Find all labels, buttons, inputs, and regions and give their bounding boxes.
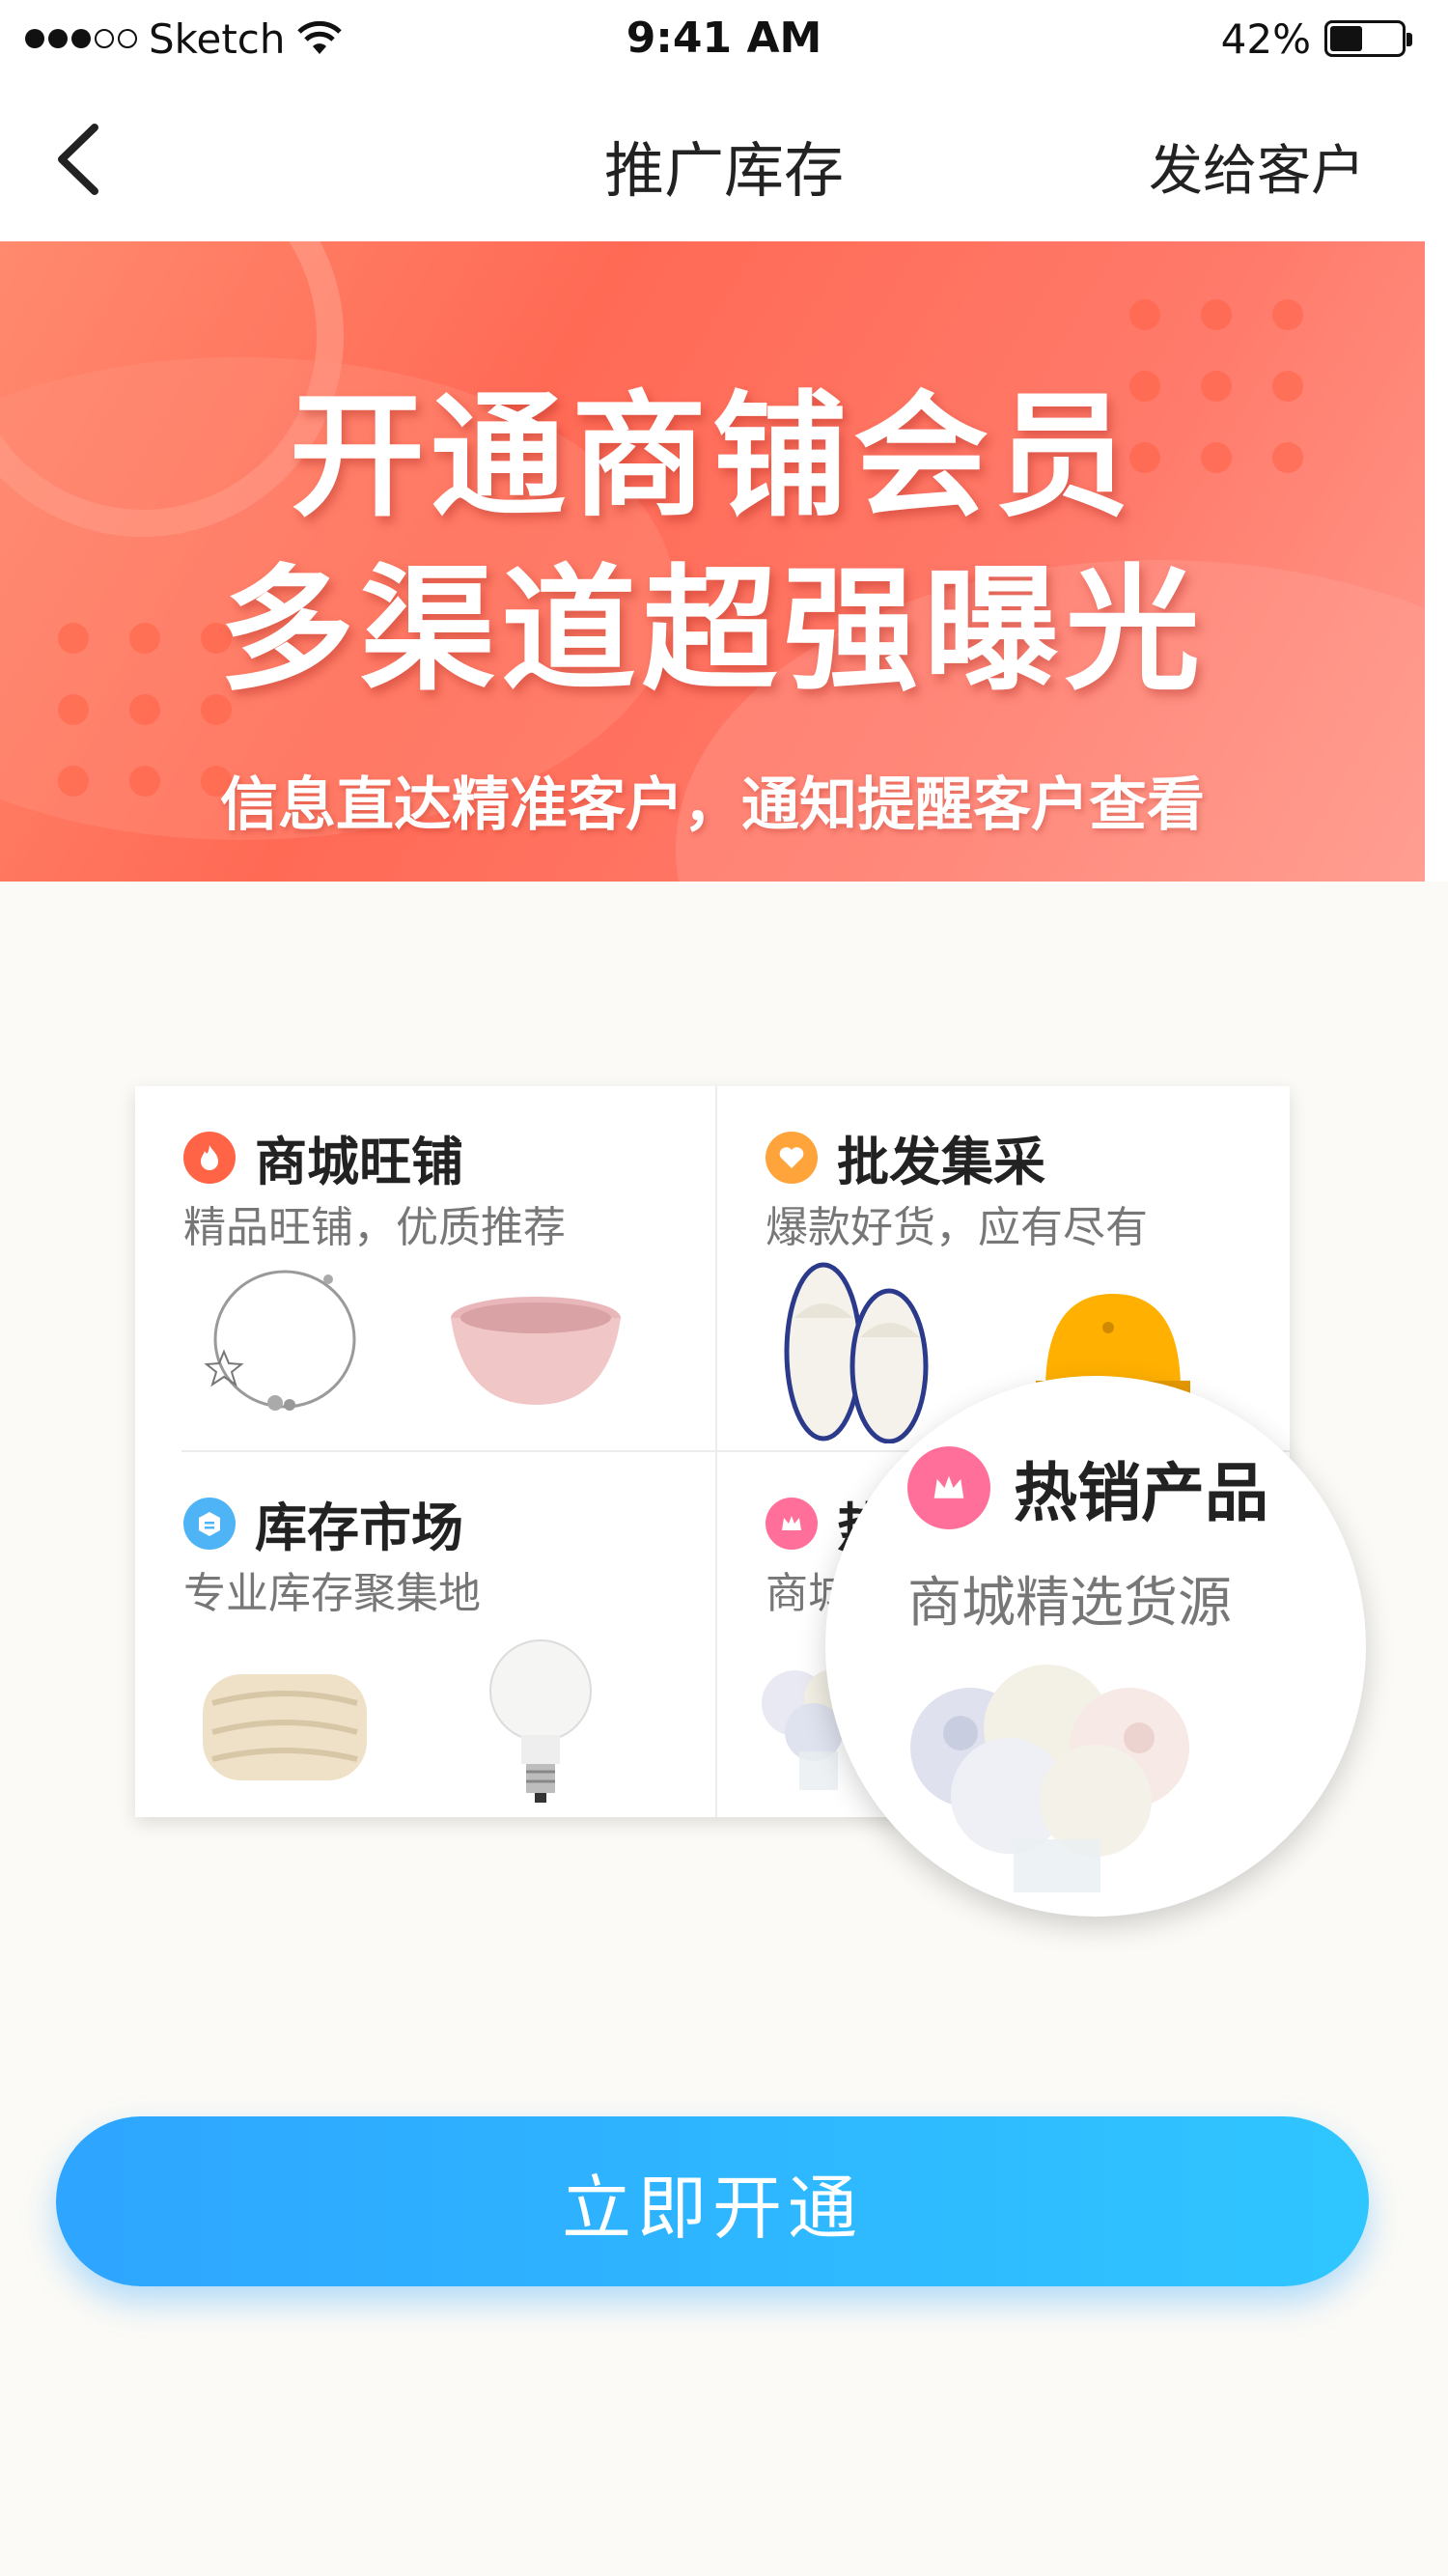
- battery-status: 42%: [1220, 14, 1412, 63]
- slippers-image: [784, 1262, 929, 1443]
- send-to-customer-button[interactable]: 发给客户: [1149, 127, 1365, 206]
- navigation-bar: 推广库存 发给客户: [0, 77, 1448, 243]
- feature-title: 库存市场: [255, 1498, 463, 1558]
- banner-subtitle: 信息直达精准客户，通知提醒客户查看: [220, 771, 1205, 839]
- activate-now-button[interactable]: 立即开通: [56, 2116, 1369, 2286]
- feature-mall-shop: 商城旺铺 精品旺铺，优质推荐: [135, 1086, 712, 1450]
- feature-title: 批发集采: [837, 1132, 1045, 1192]
- feature-subtitle: 专业库存聚集地: [183, 1569, 481, 1618]
- hot-products-highlight: 热销产品 商城精选货源: [825, 1376, 1366, 1917]
- flame-icon: [183, 1131, 236, 1184]
- battery-percent: 42%: [1220, 14, 1311, 63]
- membership-banner: 开通商铺会员 多渠道超强曝光 信息直达精准客户，通知提醒客户查看: [0, 241, 1425, 882]
- banner-title-secondary: 多渠道超强曝光: [218, 552, 1206, 710]
- battery-icon: [1324, 20, 1412, 57]
- lightbulb-image: [489, 1639, 592, 1803]
- banner-title: 开通商铺会员: [289, 378, 1135, 536]
- bowl-image: [451, 1297, 621, 1405]
- feature-subtitle: 爆款好货，应有尽有: [766, 1203, 1148, 1252]
- status-bar: Sketch 9:41 AM 42%: [0, 0, 1448, 77]
- highlight-title: 热销产品: [1014, 1456, 1268, 1530]
- highlight-subtitle: 商城精选货源: [907, 1572, 1232, 1635]
- heart-icon: [766, 1131, 818, 1184]
- feature-subtitle: 精品旺铺，优质推荐: [183, 1203, 566, 1252]
- hydrangea-image: [910, 1665, 1189, 1892]
- feature-title: 商城旺铺: [255, 1132, 463, 1192]
- crown-icon: [907, 1446, 990, 1529]
- banner-edge: [1425, 241, 1448, 882]
- box-icon: [183, 1497, 236, 1550]
- quilt-image: [203, 1674, 367, 1780]
- crown-icon: [766, 1497, 818, 1550]
- feature-inventory-market: 库存市场 专业库存聚集地: [135, 1452, 712, 1816]
- bracelet-image: [204, 1270, 356, 1411]
